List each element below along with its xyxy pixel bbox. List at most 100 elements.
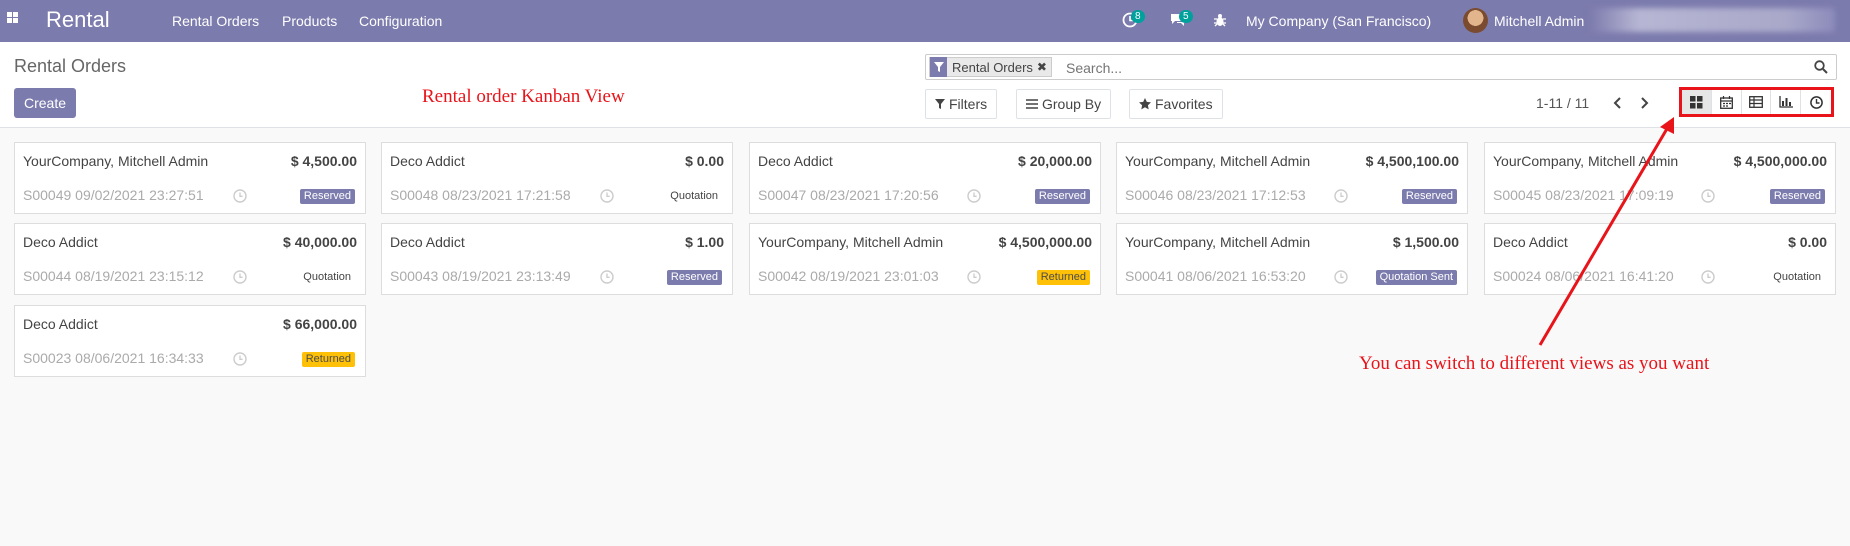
company-switcher[interactable]: My Company (San Francisco) bbox=[1246, 13, 1431, 29]
filters-label: Filters bbox=[949, 96, 988, 112]
activity-clock-icon[interactable] bbox=[967, 269, 981, 284]
card-reference-date: S00043 08/19/2021 23:13:49 bbox=[390, 268, 571, 284]
card-customer: YourCompany, Mitchell Admin bbox=[758, 234, 944, 250]
user-avatar[interactable] bbox=[1463, 8, 1488, 33]
kanban-card[interactable]: Deco Addict $ 0.00 S00024 08/06/2021 16:41… bbox=[1484, 223, 1836, 295]
card-amount: $ 4,500,000.00 bbox=[1733, 153, 1827, 169]
status-badge: Quotation bbox=[303, 271, 351, 283]
groupby-button[interactable]: Group By bbox=[1016, 89, 1112, 119]
activity-clock-icon[interactable] bbox=[967, 188, 981, 203]
apps-menu-icon[interactable] bbox=[7, 12, 23, 28]
remove-facet-icon[interactable]: ✖ bbox=[1037, 60, 1051, 74]
card-customer: Deco Addict bbox=[390, 234, 465, 250]
redacted-area bbox=[1590, 8, 1835, 32]
search-facet[interactable]: Rental Orders ✖ bbox=[929, 57, 1052, 77]
status-badge: Returned bbox=[301, 352, 355, 367]
menu-rental-orders[interactable]: Rental Orders bbox=[172, 13, 259, 29]
kanban-card[interactable]: Deco Addict $ 20,000.00 S00047 08/23/2021 … bbox=[749, 142, 1101, 214]
status-badge: Reserved bbox=[1401, 189, 1457, 204]
status-badge: Reserved bbox=[1034, 189, 1090, 204]
activity-clock-icon[interactable] bbox=[1701, 269, 1715, 284]
card-customer: Deco Addict bbox=[23, 316, 98, 332]
status-badge: Quotation bbox=[670, 190, 718, 202]
activity-clock-icon[interactable] bbox=[1334, 188, 1348, 203]
activity-clock-icon[interactable] bbox=[600, 188, 614, 203]
search-input[interactable] bbox=[1066, 58, 1666, 78]
filter-icon bbox=[935, 99, 945, 109]
menu-configuration[interactable]: Configuration bbox=[359, 13, 442, 29]
activity-clock-icon[interactable] bbox=[1701, 188, 1715, 203]
card-customer: YourCompany, Mitchell Admin bbox=[23, 153, 209, 169]
kanban-view-icon[interactable] bbox=[1682, 90, 1712, 114]
activity-clock-icon[interactable] bbox=[233, 351, 247, 366]
card-amount: $ 1.00 bbox=[685, 234, 724, 250]
kanban-card[interactable]: YourCompany, Mitchell Admin $ 4,500,000.0… bbox=[1484, 142, 1836, 214]
favorites-label: Favorites bbox=[1155, 96, 1213, 112]
card-amount: $ 1,500.00 bbox=[1392, 234, 1459, 250]
calendar-view-icon[interactable] bbox=[1711, 90, 1742, 114]
star-icon bbox=[1139, 98, 1151, 110]
user-menu[interactable]: Mitchell Admin bbox=[1494, 13, 1584, 29]
card-reference-date: S00023 08/06/2021 16:34:33 bbox=[23, 350, 204, 366]
pager-previous-icon[interactable] bbox=[1608, 93, 1626, 113]
graph-view-icon[interactable] bbox=[1771, 90, 1802, 114]
card-customer: YourCompany, Mitchell Admin bbox=[1125, 153, 1311, 169]
filter-icon bbox=[930, 57, 947, 77]
status-badge: Reserved bbox=[666, 270, 722, 285]
kanban-card[interactable]: YourCompany, Mitchell Admin $ 1,500.00 S00… bbox=[1116, 223, 1468, 295]
card-reference-date: S00044 08/19/2021 23:15:12 bbox=[23, 268, 204, 284]
card-reference-date: S00049 09/02/2021 23:27:51 bbox=[23, 187, 204, 203]
pager-next-icon[interactable] bbox=[1636, 93, 1654, 113]
create-button[interactable]: Create bbox=[14, 88, 76, 118]
facet-label: Rental Orders bbox=[952, 59, 1033, 75]
activity-clock-icon[interactable] bbox=[233, 188, 247, 203]
card-reference-date: S00046 08/23/2021 17:12:53 bbox=[1125, 187, 1306, 203]
activity-clock-icon[interactable] bbox=[233, 269, 247, 284]
card-reference-date: S00048 08/23/2021 17:21:58 bbox=[390, 187, 571, 203]
annotation-title: Rental order Kanban View bbox=[422, 86, 625, 107]
card-amount: $ 20,000.00 bbox=[1018, 153, 1092, 169]
card-amount: $ 0.00 bbox=[685, 153, 724, 169]
kanban-card[interactable]: YourCompany, Mitchell Admin $ 4,500,100.0… bbox=[1116, 142, 1468, 214]
activities-count-badge: 8 bbox=[1131, 10, 1145, 23]
pager-value[interactable]: 1-11 / 11 bbox=[1536, 95, 1589, 111]
search-bar[interactable]: Rental Orders ✖ bbox=[925, 54, 1837, 80]
kanban-card[interactable]: YourCompany, Mitchell Admin $ 4,500,000.0… bbox=[749, 223, 1101, 295]
main-navbar: Rental Rental Orders Products Configurat… bbox=[0, 0, 1850, 42]
bars-icon bbox=[1026, 99, 1038, 109]
status-badge: Quotation Sent bbox=[1375, 270, 1457, 285]
search-icon[interactable] bbox=[1814, 59, 1830, 75]
status-badge: Reserved bbox=[299, 189, 355, 204]
activity-clock-icon[interactable] bbox=[600, 269, 614, 284]
list-view-icon[interactable] bbox=[1741, 90, 1772, 114]
activity-clock-icon[interactable] bbox=[1334, 269, 1348, 284]
favorites-button[interactable]: Favorites bbox=[1129, 89, 1223, 119]
card-amount: $ 4,500.00 bbox=[290, 153, 357, 169]
card-customer: YourCompany, Mitchell Admin bbox=[1493, 153, 1679, 169]
card-customer: YourCompany, Mitchell Admin bbox=[1125, 234, 1311, 250]
kanban-card[interactable]: Deco Addict $ 40,000.00 S00044 08/19/2021 … bbox=[14, 223, 366, 295]
status-badge: Returned bbox=[1036, 270, 1090, 285]
card-reference-date: S00045 08/23/2021 17:09:19 bbox=[1493, 187, 1674, 203]
kanban-card[interactable]: Deco Addict $ 66,000.00 S00023 08/06/2021 … bbox=[14, 305, 366, 377]
card-reference-date: S00042 08/19/2021 23:01:03 bbox=[758, 268, 939, 284]
card-customer: Deco Addict bbox=[390, 153, 465, 169]
filters-button[interactable]: Filters bbox=[925, 89, 998, 119]
messages-count-badge: 5 bbox=[1179, 10, 1193, 23]
card-amount: $ 40,000.00 bbox=[283, 234, 357, 250]
view-switcher bbox=[1679, 87, 1834, 117]
card-amount: $ 4,500,000.00 bbox=[998, 234, 1092, 250]
activity-view-icon[interactable] bbox=[1801, 90, 1832, 114]
status-badge: Reserved bbox=[1769, 189, 1825, 204]
kanban-card[interactable]: Deco Addict $ 0.00 S00048 08/23/2021 17:21… bbox=[381, 142, 733, 214]
card-customer: Deco Addict bbox=[758, 153, 833, 169]
card-reference-date: S00041 08/06/2021 16:53:20 bbox=[1125, 268, 1306, 284]
kanban-card[interactable]: Deco Addict $ 1.00 S00043 08/19/2021 23:13… bbox=[381, 223, 733, 295]
annotation-note: You can switch to different views as you… bbox=[1359, 353, 1710, 374]
app-brand[interactable]: Rental bbox=[46, 7, 110, 33]
debug-bug-icon[interactable] bbox=[1213, 12, 1229, 28]
kanban-card[interactable]: YourCompany, Mitchell Admin $ 4,500.00 S00… bbox=[14, 142, 366, 214]
card-customer: Deco Addict bbox=[23, 234, 98, 250]
card-reference-date: S00047 08/23/2021 17:20:56 bbox=[758, 187, 939, 203]
menu-products[interactable]: Products bbox=[282, 13, 337, 29]
